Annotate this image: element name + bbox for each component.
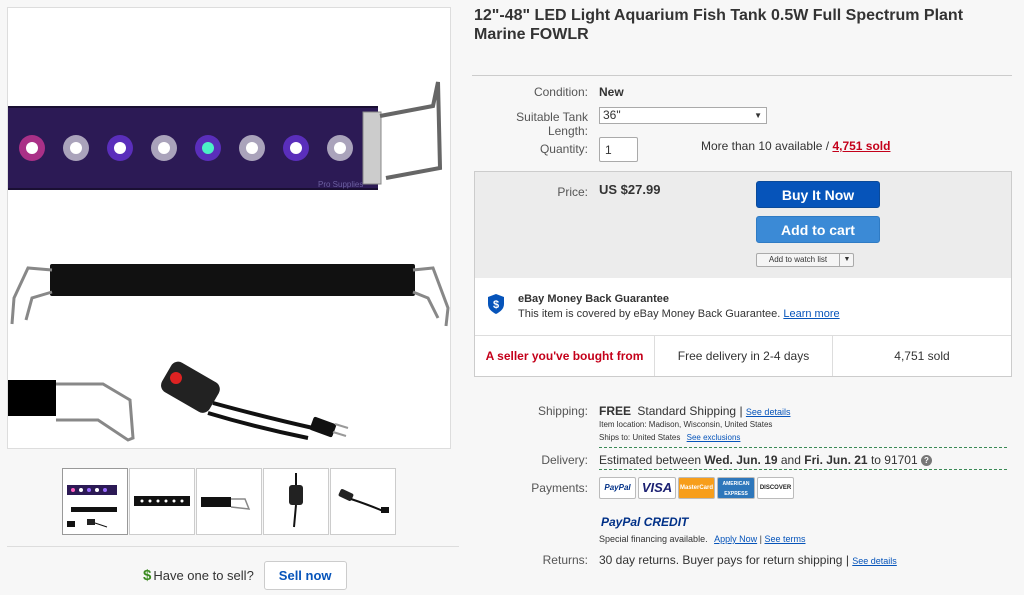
paypal-credit-b: CREDIT bbox=[643, 515, 689, 529]
sell-row: $ Have one to sell? Sell now bbox=[143, 561, 347, 590]
dollar-icon: $ bbox=[143, 567, 152, 584]
mastercard-badge: MasterCard bbox=[678, 477, 715, 499]
tank-length-label: Suitable Tank Length: bbox=[516, 110, 588, 138]
delivery-note: Free delivery in 2-4 days bbox=[654, 336, 832, 376]
paypal-badge: PayPal bbox=[599, 477, 636, 499]
tank-length-value: 36" bbox=[603, 108, 621, 122]
shipping-label: Shipping: bbox=[537, 404, 588, 418]
left-divider bbox=[7, 546, 459, 547]
thumbnail-image bbox=[289, 473, 303, 528]
paypal-credit-logo: PayPal CREDIT bbox=[601, 515, 688, 529]
shipping-see-details-link[interactable]: See details bbox=[746, 407, 791, 417]
dropdown-arrow-icon: ▼ bbox=[754, 111, 762, 120]
returns-sep: | bbox=[845, 553, 849, 567]
delivery-and: and bbox=[777, 453, 805, 467]
apply-now-link[interactable]: Apply Now bbox=[714, 534, 757, 544]
ships-to-row: Ships to: United States See exclusions bbox=[599, 433, 740, 442]
price-value: US $27.99 bbox=[599, 182, 661, 197]
price-label: Price: bbox=[557, 185, 588, 199]
shipping-free: FREE bbox=[599, 404, 632, 418]
thumbnail-strip bbox=[62, 468, 396, 535]
thumbnail-2[interactable] bbox=[129, 468, 195, 535]
ships-to: Ships to: United States bbox=[599, 433, 681, 442]
sold-count-link[interactable]: 4,751 sold bbox=[832, 139, 890, 153]
condition-value: New bbox=[599, 85, 624, 99]
item-title: 12"-48" LED Light Aquarium Fish Tank 0.5… bbox=[474, 7, 964, 43]
buy-box: Price: US $27.99 Buy It Now Add to cart … bbox=[474, 171, 1012, 377]
sell-now-button[interactable]: Sell now bbox=[263, 561, 347, 590]
learn-more-link[interactable]: Learn more bbox=[783, 308, 839, 320]
main-product-image[interactable]: Pro Supplies bbox=[7, 7, 451, 449]
see-terms-link[interactable]: See terms bbox=[765, 534, 806, 544]
returns-text: 30 day returns. Buyer pays for return sh… bbox=[599, 553, 843, 567]
returns-info: 30 day returns. Buyer pays for return sh… bbox=[599, 553, 897, 567]
delivery-zip: to 91701 bbox=[867, 453, 918, 467]
see-exclusions-link[interactable]: See exclusions bbox=[687, 433, 741, 442]
thumbnail-4[interactable] bbox=[263, 468, 329, 535]
tank-length-select[interactable]: 36" ▼ bbox=[599, 107, 767, 124]
led-light-photo bbox=[8, 81, 450, 442]
shipping-info: FREE Standard Shipping | See details bbox=[599, 404, 790, 418]
quantity-label: Quantity: bbox=[539, 142, 588, 156]
thumbnail-1[interactable] bbox=[62, 468, 128, 535]
watch-list-caret-icon[interactable]: ▼ bbox=[839, 253, 854, 267]
title-divider bbox=[472, 75, 1012, 76]
watch-list-label: Add to watch list bbox=[768, 255, 828, 264]
visa-badge: VISA bbox=[638, 477, 676, 499]
item-location: Item location: Madison, Wisconsin, Unite… bbox=[599, 420, 773, 429]
paypal-credit-a: PayPal bbox=[601, 515, 641, 529]
returns-see-details-link[interactable]: See details bbox=[852, 556, 897, 566]
guarantee-title: eBay Money Back Guarantee bbox=[518, 293, 670, 305]
condition-label: Condition: bbox=[533, 85, 588, 99]
buy-it-now-button[interactable]: Buy It Now bbox=[756, 181, 880, 208]
availability-text: More than 10 available bbox=[701, 139, 823, 153]
shipping-divider bbox=[599, 447, 1007, 448]
amex-badge: AMERICAN EXPRESS bbox=[717, 477, 755, 499]
financing-sep: | bbox=[759, 534, 762, 544]
availability: More than 10 available / 4,751 sold bbox=[701, 139, 890, 153]
shipping-sep: | bbox=[739, 404, 743, 418]
quantity-input[interactable]: 1 bbox=[599, 137, 638, 162]
thumbnail-image bbox=[338, 489, 389, 513]
financing-row: Special financing available. Apply Now |… bbox=[599, 534, 806, 544]
thumbnail-image bbox=[134, 496, 190, 506]
sell-question: Have one to sell? bbox=[153, 568, 254, 583]
sold-note: 4,751 sold bbox=[832, 336, 1011, 376]
thumbnail-image bbox=[67, 485, 117, 528]
thumbnail-3[interactable] bbox=[196, 468, 262, 535]
delivery-divider bbox=[599, 469, 1007, 470]
delivery-label: Delivery: bbox=[541, 453, 588, 467]
thumbnail-5[interactable] bbox=[330, 468, 396, 535]
guarantee-description: This item is covered by eBay Money Back … bbox=[518, 308, 781, 320]
shipping-method: Standard Shipping bbox=[637, 404, 737, 418]
delivery-date-start: Wed. Jun. 19 bbox=[704, 453, 778, 467]
financing-text: Special financing available. bbox=[599, 534, 708, 544]
guarantee-text: This item is covered by eBay Money Back … bbox=[518, 308, 840, 320]
seller-note: A seller you've bought from bbox=[485, 349, 644, 363]
discover-badge: DISCOVER bbox=[757, 477, 794, 499]
thumbnail-image bbox=[201, 497, 251, 510]
add-to-cart-button[interactable]: Add to cart bbox=[756, 216, 880, 243]
delivery-date-end: Fri. Jun. 21 bbox=[804, 453, 868, 467]
shield-icon: $ bbox=[488, 294, 504, 314]
delivery-pre: Estimated between bbox=[599, 453, 705, 467]
svg-text:$: $ bbox=[493, 299, 499, 311]
returns-label: Returns: bbox=[542, 553, 588, 567]
image-watermark: Pro Supplies bbox=[318, 180, 364, 189]
help-icon[interactable]: ? bbox=[921, 455, 932, 467]
delivery-estimate: Estimated between Wed. Jun. 19 and Fri. … bbox=[599, 453, 932, 467]
payments-label: Payments: bbox=[531, 481, 588, 495]
availability-slash: / bbox=[822, 139, 833, 153]
